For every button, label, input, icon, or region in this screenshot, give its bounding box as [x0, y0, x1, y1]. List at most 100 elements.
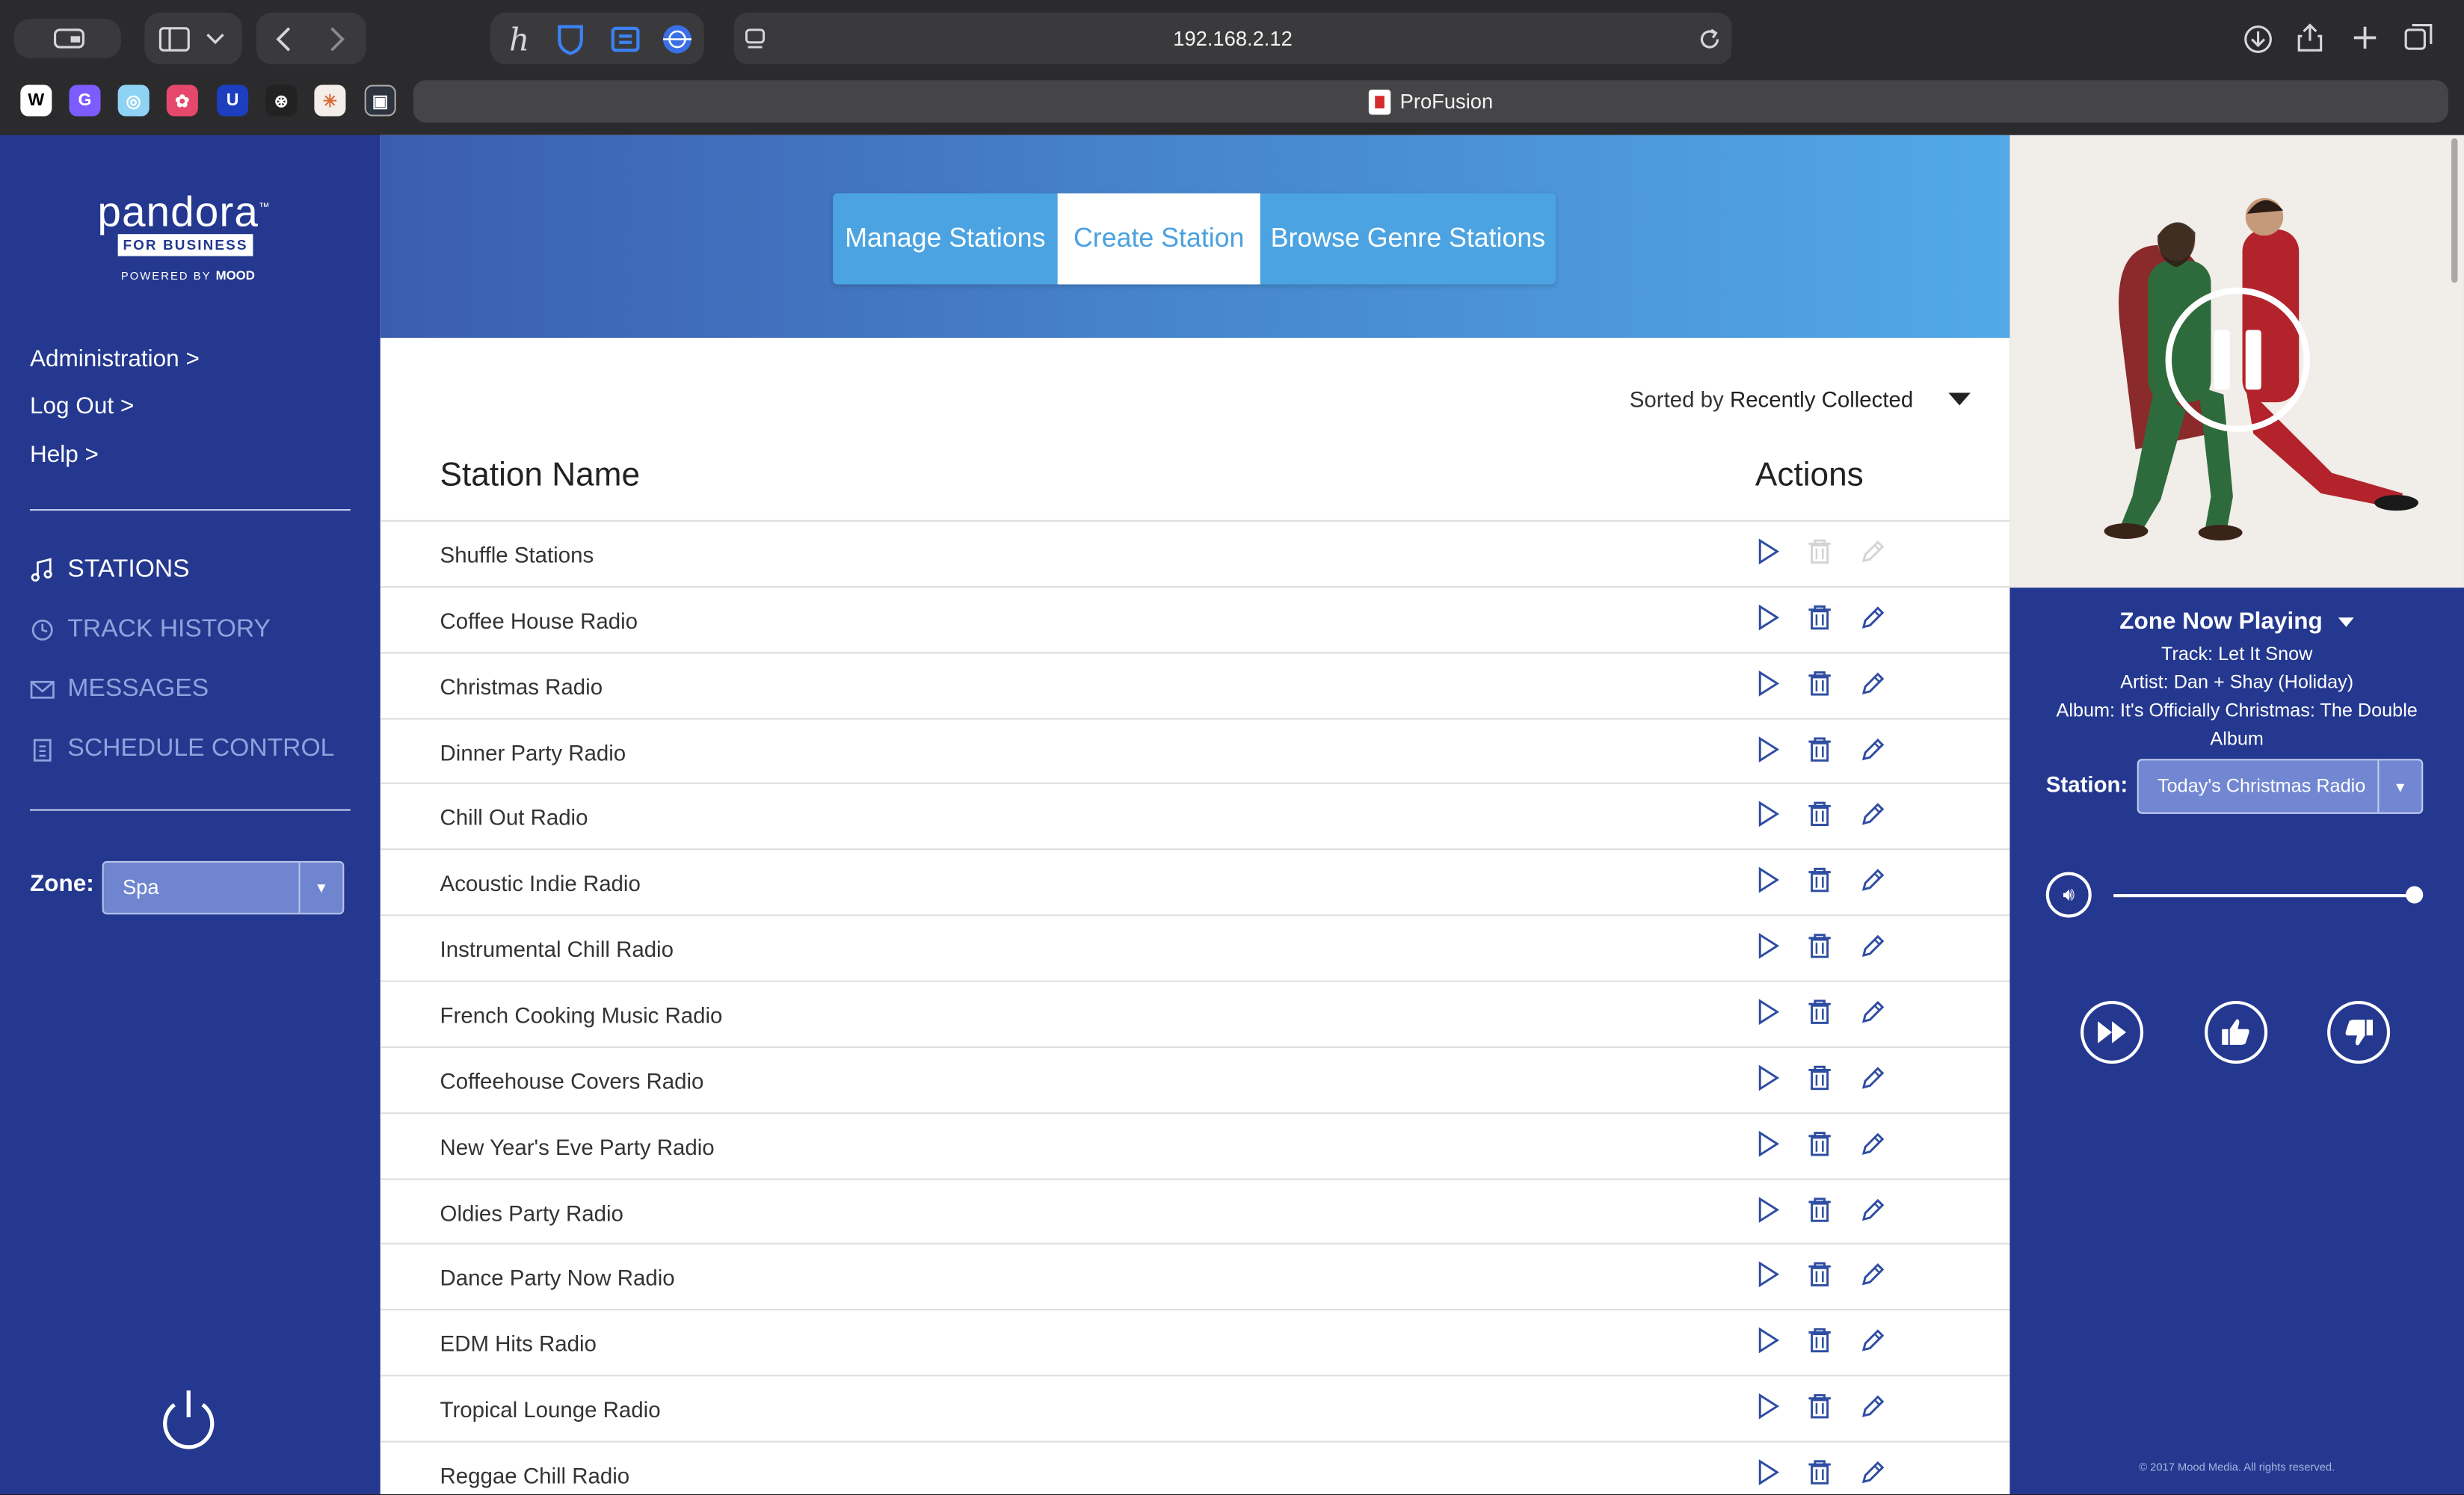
pencil-icon[interactable] — [1859, 1458, 1888, 1486]
station-name[interactable]: Tropical Lounge Radio — [440, 1397, 661, 1422]
play-icon[interactable] — [1754, 735, 1782, 763]
play-icon[interactable] — [1754, 669, 1782, 697]
page-menu-icon[interactable] — [743, 27, 769, 52]
thumbs-up-button[interactable] — [2205, 1000, 2268, 1064]
play-icon[interactable] — [1754, 603, 1782, 632]
station-name[interactable]: Oldies Party Radio — [440, 1200, 623, 1225]
pencil-icon[interactable] — [1859, 1392, 1888, 1420]
pencil-icon[interactable] — [1859, 735, 1888, 763]
globe-extension-icon[interactable] — [660, 22, 694, 56]
sidebar-switch-button[interactable] — [13, 19, 121, 58]
trash-icon[interactable] — [1805, 669, 1834, 697]
station-name[interactable]: Acoustic Indie Radio — [440, 871, 641, 896]
administration-link[interactable]: Administration > — [30, 345, 200, 372]
pencil-icon[interactable] — [1859, 1064, 1888, 1092]
favorite-square-icon[interactable]: ▣ — [364, 84, 396, 117]
skip-button[interactable] — [2080, 1000, 2144, 1064]
trash-icon[interactable] — [1805, 1392, 1834, 1420]
sidebar-toggle-button[interactable] — [144, 12, 242, 65]
pencil-icon[interactable] — [1859, 603, 1888, 632]
trash-icon[interactable] — [1805, 801, 1834, 829]
reload-icon[interactable] — [1697, 27, 1722, 52]
sort-dropdown[interactable]: Sorted by Recently Collected — [1630, 386, 1970, 412]
zone-select[interactable]: Spa ▼ — [102, 860, 345, 915]
station-name[interactable]: Christmas Radio — [440, 673, 603, 699]
trash-icon[interactable] — [1805, 1064, 1834, 1092]
honey-extension-icon[interactable]: h — [499, 19, 539, 58]
play-icon[interactable] — [1754, 1392, 1782, 1420]
tab-browse-genre-stations[interactable]: Browse Genre Stations — [1260, 193, 1556, 285]
station-name[interactable]: Instrumental Chill Radio — [440, 937, 674, 962]
station-name[interactable]: Chill Out Radio — [440, 805, 588, 830]
play-icon[interactable] — [1754, 932, 1782, 961]
menu-schedule-control[interactable]: SCHEDULE CONTROL — [30, 736, 334, 764]
play-icon[interactable] — [1754, 866, 1782, 895]
trash-icon[interactable] — [1805, 866, 1834, 895]
play-icon[interactable] — [1754, 1326, 1782, 1354]
trash-icon[interactable] — [1805, 932, 1834, 961]
trash-icon[interactable] — [1805, 603, 1834, 632]
chevron-down-icon[interactable]: ▼ — [2377, 760, 2421, 813]
volume-slider-handle[interactable] — [2406, 886, 2424, 904]
trash-icon[interactable] — [1805, 735, 1834, 763]
favorite-u-icon[interactable]: U — [217, 84, 249, 117]
new-tab-icon[interactable] — [2347, 20, 2382, 55]
menu-track-history[interactable]: TRACK HISTORY — [30, 616, 271, 644]
pause-button[interactable] — [2165, 287, 2310, 433]
station-name[interactable]: Coffee House Radio — [440, 608, 638, 633]
help-link[interactable]: Help > — [30, 442, 99, 469]
chevron-down-icon[interactable]: ▼ — [298, 862, 342, 913]
zone-now-playing-dropdown[interactable]: Zone Now Playing — [2009, 608, 2463, 635]
tab-manage-stations[interactable]: Manage Stations — [833, 193, 1058, 285]
play-icon[interactable] — [1754, 537, 1782, 566]
volume-icon[interactable]: 🔊︎ — [2045, 872, 2092, 918]
pencil-icon[interactable] — [1859, 1261, 1888, 1289]
trash-icon[interactable] — [1805, 1195, 1834, 1224]
scrollbar[interactable] — [2451, 138, 2458, 283]
pencil-icon[interactable] — [1859, 866, 1888, 895]
trash-icon[interactable] — [1805, 1129, 1834, 1158]
power-icon[interactable] — [158, 1386, 218, 1452]
station-name[interactable]: Dance Party Now Radio — [440, 1266, 675, 1291]
favorite-app-icon[interactable]: ◎ — [117, 84, 150, 117]
pencil-icon[interactable] — [1859, 669, 1888, 697]
station-name[interactable]: Reggae Chill Radio — [440, 1463, 630, 1488]
station-name[interactable]: French Cooking Music Radio — [440, 1002, 723, 1028]
play-icon[interactable] — [1754, 1261, 1782, 1289]
station-name[interactable]: Dinner Party Radio — [440, 739, 626, 765]
play-icon[interactable] — [1754, 1458, 1782, 1486]
pencil-icon[interactable] — [1859, 801, 1888, 829]
pencil-icon[interactable] — [1859, 1195, 1888, 1224]
trash-icon[interactable] — [1805, 1261, 1834, 1289]
trash-icon[interactable] — [1805, 998, 1834, 1026]
favorite-g-icon[interactable]: G — [69, 84, 101, 117]
favorite-openai-icon[interactable]: ⊛ — [265, 84, 298, 117]
menu-messages[interactable]: MESSAGES — [30, 676, 209, 704]
tab-create-station[interactable]: Create Station — [1057, 193, 1260, 285]
station-name[interactable]: Shuffle Stations — [440, 542, 594, 567]
address-bar[interactable]: 192.168.2.12 — [733, 12, 1732, 65]
station-name[interactable]: Coffeehouse Covers Radio — [440, 1068, 704, 1094]
downloads-icon[interactable] — [2240, 22, 2275, 56]
thumbs-down-button[interactable] — [2327, 1000, 2391, 1064]
tab-overview-icon[interactable] — [2401, 20, 2436, 55]
pencil-icon[interactable] — [1859, 932, 1888, 961]
share-icon[interactable] — [2293, 20, 2327, 55]
play-icon[interactable] — [1754, 1129, 1782, 1158]
station-select[interactable]: Today's Christmas Radio ▼ — [2137, 759, 2424, 814]
trash-icon[interactable] — [1805, 1326, 1834, 1354]
volume-slider[interactable] — [2113, 894, 2415, 898]
reader-extension-icon[interactable] — [608, 22, 642, 56]
menu-stations[interactable]: STATIONS — [30, 556, 190, 585]
tab-profusion[interactable]: ProFusion — [413, 80, 2448, 123]
play-icon[interactable] — [1754, 801, 1782, 829]
station-name[interactable]: EDM Hits Radio — [440, 1331, 597, 1357]
play-icon[interactable] — [1754, 1195, 1782, 1224]
trash-icon[interactable] — [1805, 1458, 1834, 1486]
favorite-wsj-icon[interactable]: W — [20, 84, 52, 117]
pencil-icon[interactable] — [1859, 1326, 1888, 1354]
play-icon[interactable] — [1754, 1064, 1782, 1092]
pencil-icon[interactable] — [1859, 998, 1888, 1026]
favorite-flower-icon[interactable]: ✿ — [166, 84, 198, 117]
favorite-claude-icon[interactable]: ✳ — [314, 84, 346, 117]
